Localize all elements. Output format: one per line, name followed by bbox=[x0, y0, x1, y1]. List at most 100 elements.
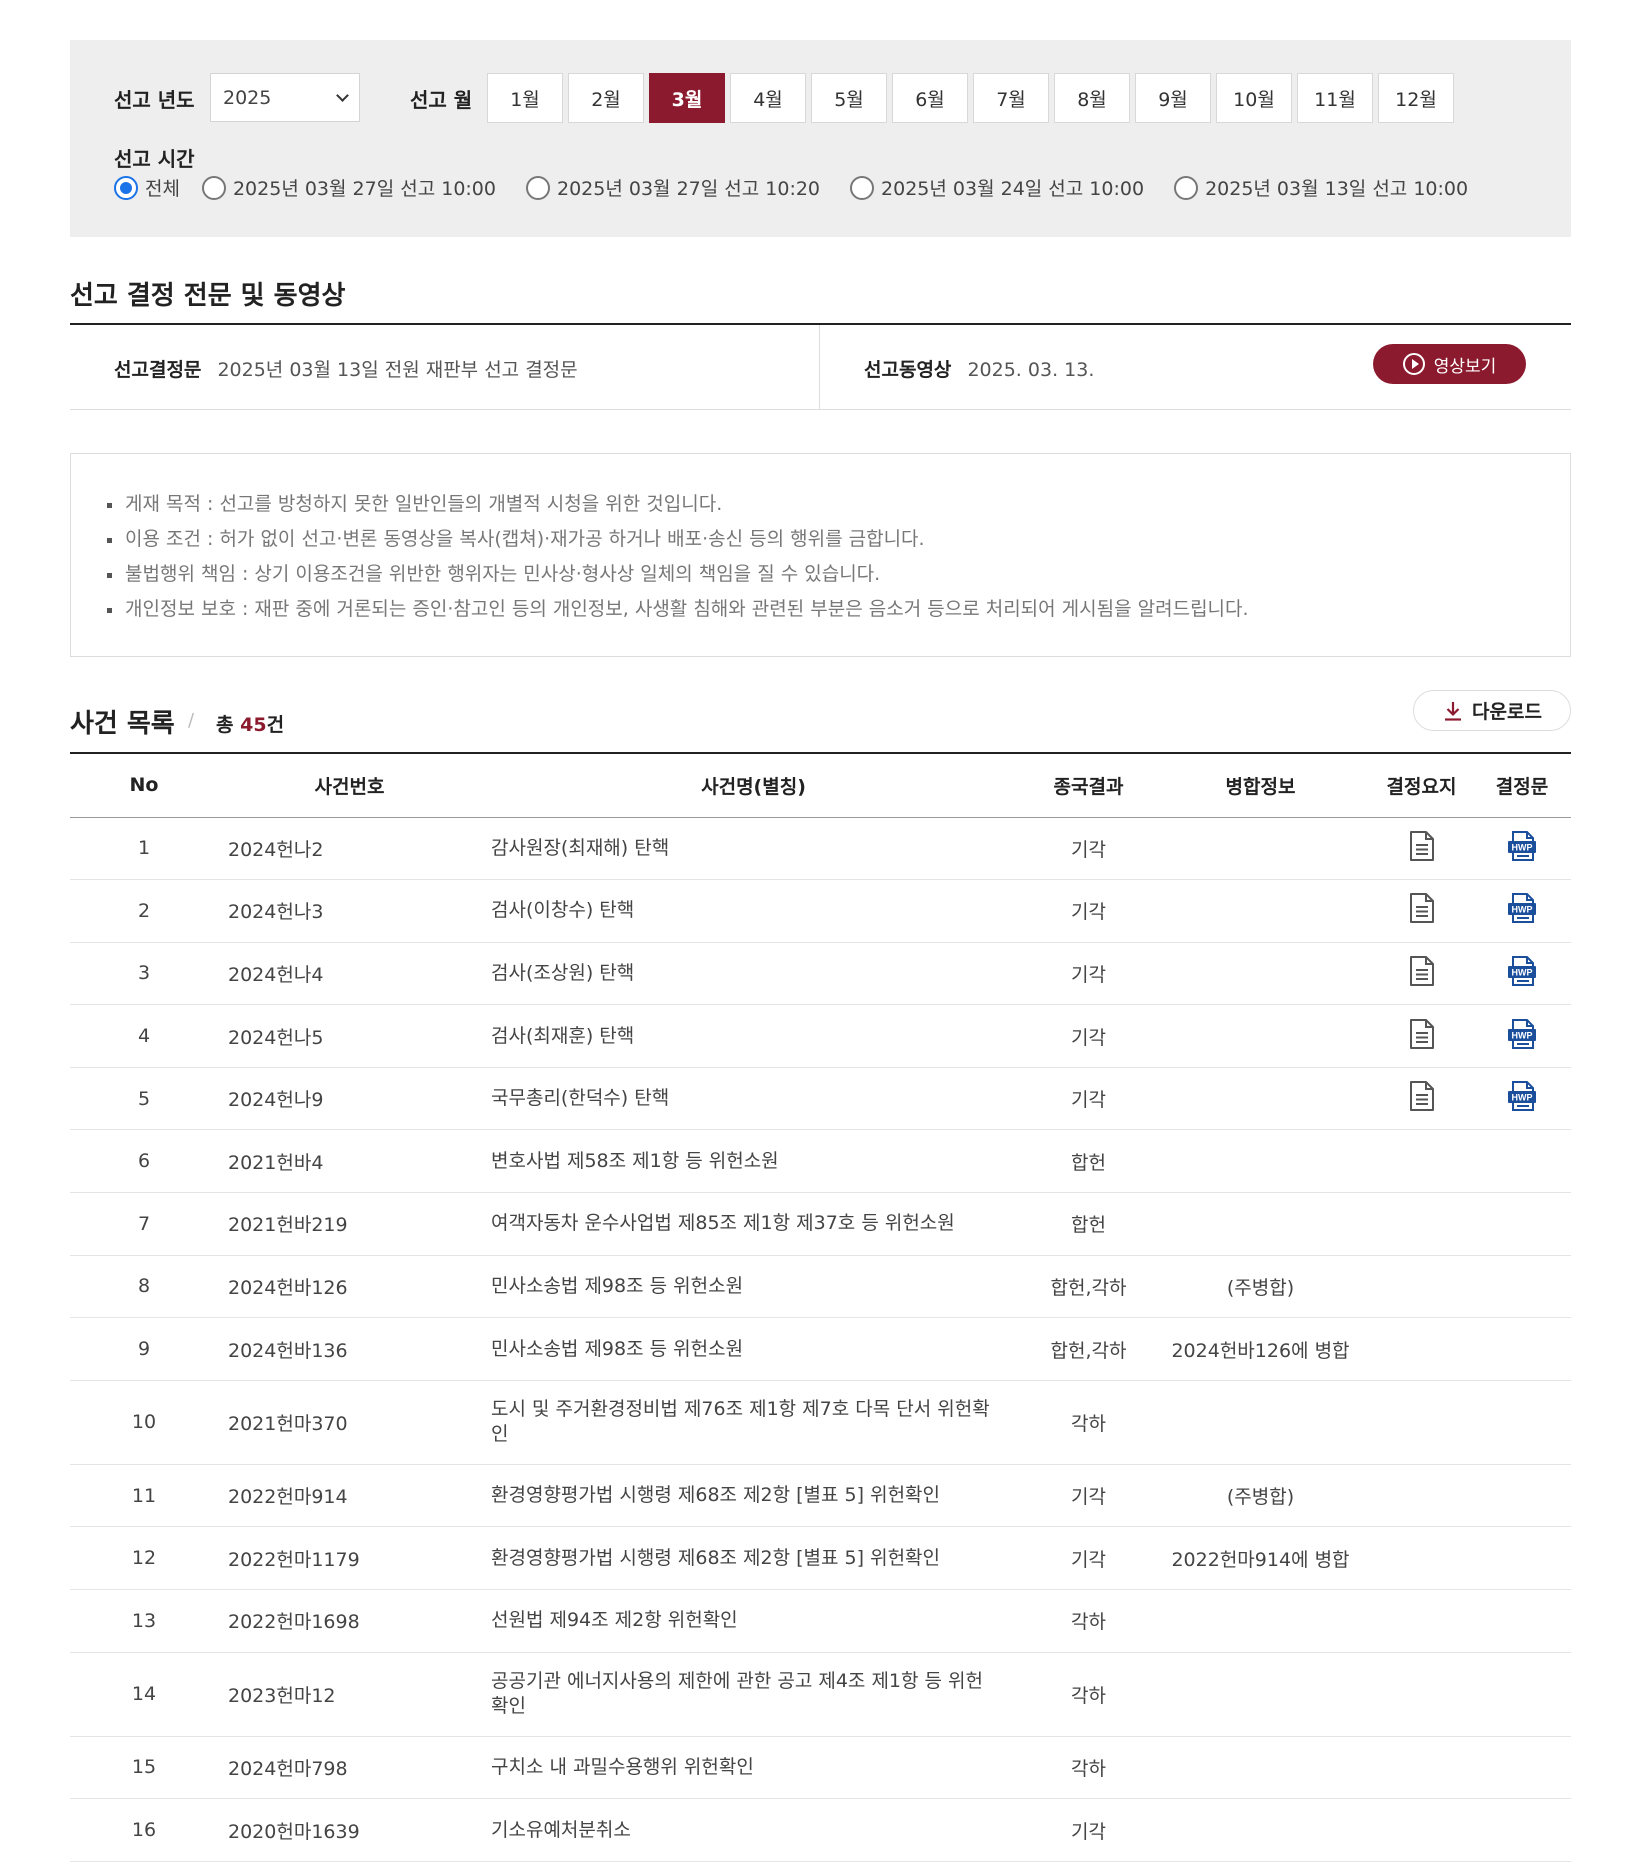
row-case-name[interactable]: 도시 및 주거환경정비법 제76조 제1항 제7호 다목 단서 위헌확인 bbox=[481, 1380, 1026, 1464]
row-result: 기각 bbox=[1071, 1820, 1106, 1843]
month-button[interactable]: 11월 bbox=[1297, 73, 1373, 123]
radio-button[interactable] bbox=[1174, 175, 1199, 200]
row-case-name[interactable]: 검사(이창수) 탄핵 bbox=[481, 880, 1026, 943]
row-case-name[interactable]: 환경영향평가법 시행령 제68조 제2항 [별표 5] 위헌확인 bbox=[481, 1527, 1026, 1590]
watch-video-button[interactable]: 영상보기 bbox=[1373, 344, 1526, 384]
time-radio-option[interactable]: 전체 bbox=[114, 174, 180, 201]
month-button[interactable]: 12월 bbox=[1378, 73, 1454, 123]
row-case-name[interactable]: 환경영향평가법 시행령 제68조 제2항 [별표 5] 위헌확인 bbox=[481, 1464, 1026, 1527]
row-case-no[interactable]: 2024헌나9 bbox=[218, 1067, 481, 1130]
table-row: 9 2024헌바136 민사소송법 제98조 등 위헌소원 합헌,각하 2024헌바12… bbox=[70, 1318, 1571, 1381]
row-result: 기각 bbox=[1071, 1486, 1106, 1509]
row-case-name[interactable]: 구치소 내 과밀수용행위 위헌확인 bbox=[481, 1736, 1026, 1799]
pronouncement-box: 선고결정문 2025년 03월 13일 전원 재판부 선고 결정문 선고동영상 … bbox=[70, 323, 1571, 410]
row-case-name[interactable]: 국무총리(한덕수) 탄핵 bbox=[481, 1067, 1026, 1130]
row-case-name[interactable]: 기소유예처분취소 bbox=[481, 1861, 1026, 1874]
row-case-name[interactable]: 변호사법 제58조 제1항 등 위헌소원 bbox=[481, 1130, 1026, 1193]
radio-button[interactable] bbox=[114, 175, 138, 200]
row-case-name[interactable]: 검사(조상원) 탄핵 bbox=[481, 942, 1026, 1005]
pronouncement-title: 선고 결정 전문 및 동영상 bbox=[70, 281, 346, 311]
month-button[interactable]: 9월 bbox=[1135, 73, 1211, 123]
month-button[interactable]: 10월 bbox=[1216, 73, 1292, 123]
document-icon[interactable] bbox=[1408, 892, 1436, 929]
row-case-no[interactable]: 2024헌나5 bbox=[218, 1005, 481, 1068]
document-icon[interactable] bbox=[1408, 1080, 1436, 1117]
row-case-name[interactable]: 선원법 제94조 제2항 위헌확인 bbox=[481, 1590, 1026, 1653]
document-icon[interactable] bbox=[1408, 830, 1436, 867]
row-case-no[interactable]: 2022헌마1698 bbox=[218, 1590, 481, 1653]
row-no: 4 bbox=[137, 1025, 151, 1048]
row-result: 기각 bbox=[1071, 963, 1106, 986]
divider bbox=[819, 325, 820, 410]
time-radio-option[interactable]: 2025년 03월 24일 선고 10:00 bbox=[850, 174, 1144, 201]
month-button[interactable]: 7월 bbox=[973, 73, 1049, 123]
row-case-no[interactable]: 2024헌바136 bbox=[218, 1318, 481, 1381]
row-decision bbox=[1473, 1318, 1571, 1381]
row-case-name[interactable]: 공공기관 에너지사용의 제한에 관한 공고 제4조 제1항 등 위헌확인 bbox=[481, 1652, 1026, 1736]
hwp-file-icon[interactable]: HWP bbox=[1506, 830, 1538, 867]
month-button[interactable]: 1월 bbox=[487, 73, 563, 123]
month-buttons: 1월 2월 3월 4월 5월 6월 7월 8월 9월 10월 11월 12월 bbox=[487, 73, 1459, 123]
month-button[interactable]: 8월 bbox=[1054, 73, 1130, 123]
row-case-name[interactable]: 여객자동차 운수사업법 제85조 제1항 제37호 등 위헌소원 bbox=[481, 1193, 1026, 1256]
hwp-file-icon[interactable]: HWP bbox=[1506, 1018, 1538, 1055]
time-radio-option[interactable]: 2025년 03월 27일 선고 10:00 bbox=[201, 174, 496, 201]
row-result: 기각 bbox=[1071, 1026, 1106, 1049]
radio-button[interactable] bbox=[526, 175, 550, 200]
row-case-name[interactable]: 검사(최재훈) 탄핵 bbox=[481, 1005, 1026, 1068]
radio-label: 2025년 03월 13일 선고 10:00 bbox=[1205, 178, 1469, 200]
hwp-file-icon[interactable]: HWP bbox=[1506, 955, 1538, 992]
row-no: 16 bbox=[131, 1819, 157, 1842]
chevron-down-icon bbox=[336, 88, 349, 102]
month-button[interactable]: 6월 bbox=[892, 73, 968, 123]
document-icon[interactable] bbox=[1408, 955, 1436, 992]
row-summary bbox=[1370, 1652, 1473, 1736]
row-case-name[interactable]: 민사소송법 제98조 등 위헌소원 bbox=[481, 1255, 1026, 1318]
hwp-file-icon[interactable]: HWP bbox=[1506, 892, 1538, 929]
row-case-no[interactable]: 2024헌나2 bbox=[218, 817, 481, 880]
row-case-no[interactable]: 2021헌바4 bbox=[218, 1130, 481, 1193]
row-case-name[interactable]: 민사소송법 제98조 등 위헌소원 bbox=[481, 1318, 1026, 1381]
row-no: 5 bbox=[137, 1087, 151, 1110]
download-button[interactable]: 다운로드 bbox=[1413, 690, 1571, 731]
year-select[interactable]: 2025 bbox=[210, 73, 360, 122]
row-case-no[interactable]: 2022헌마1179 bbox=[218, 1527, 481, 1590]
row-case-no[interactable]: 2024헌나3 bbox=[218, 880, 481, 943]
row-case-name[interactable]: 감사원장(최재해) 탄핵 bbox=[481, 817, 1026, 880]
month-button[interactable]: 3월 bbox=[649, 73, 725, 123]
video-label: 선고동영상 bbox=[864, 359, 952, 381]
row-case-no[interactable]: 2024헌나4 bbox=[218, 942, 481, 1005]
table-row: 1 2024헌나2 감사원장(최재해) 탄핵 기각 HWP bbox=[70, 817, 1571, 880]
time-radio-option[interactable]: 2025년 03월 27일 선고 10:20 bbox=[526, 174, 820, 201]
row-no: 9 bbox=[137, 1338, 151, 1361]
row-result: 각하 bbox=[1071, 1611, 1106, 1634]
row-merge bbox=[1151, 1799, 1370, 1862]
decision-doc-value[interactable]: 2025년 03월 13일 전원 재판부 선고 결정문 bbox=[217, 359, 577, 381]
month-button[interactable]: 2월 bbox=[568, 73, 644, 123]
row-case-no[interactable]: 2024헌마798 bbox=[218, 1736, 481, 1799]
row-case-no[interactable]: 2021헌바219 bbox=[218, 1193, 481, 1256]
hwp-file-icon[interactable]: HWP bbox=[1506, 1080, 1538, 1117]
row-no: 10 bbox=[131, 1411, 157, 1434]
row-summary bbox=[1370, 1527, 1473, 1590]
row-summary bbox=[1370, 1380, 1473, 1464]
table-row: 15 2024헌마798 구치소 내 과밀수용행위 위헌확인 각하 bbox=[70, 1736, 1571, 1799]
row-case-name[interactable]: 기소유예처분취소 bbox=[481, 1799, 1026, 1862]
document-icon[interactable] bbox=[1408, 1018, 1436, 1055]
month-button[interactable]: 4월 bbox=[730, 73, 806, 123]
row-case-no[interactable]: 2022헌마914 bbox=[218, 1464, 481, 1527]
month-button[interactable]: 5월 bbox=[811, 73, 887, 123]
row-summary bbox=[1370, 1590, 1473, 1653]
row-case-no[interactable]: 2023헌마12 bbox=[218, 1652, 481, 1736]
row-case-no[interactable]: 2021헌마19 bbox=[218, 1861, 481, 1874]
row-case-no[interactable]: 2020헌마1639 bbox=[218, 1799, 481, 1862]
table-row: 5 2024헌나9 국무총리(한덕수) 탄핵 기각 HWP bbox=[70, 1067, 1571, 1130]
row-decision: HWP bbox=[1473, 942, 1571, 1005]
radio-button[interactable] bbox=[201, 175, 226, 200]
row-case-no[interactable]: 2021헌마370 bbox=[218, 1380, 481, 1464]
filter-panel: 선고 년도 2025 선고 월 1월 2월 3월 4월 5월 6월 7월 8월 9월 10월 11월… bbox=[70, 40, 1571, 237]
row-case-no[interactable]: 2024헌바126 bbox=[218, 1255, 481, 1318]
time-radio-option[interactable]: 2025년 03월 13일 선고 10:00 bbox=[1174, 174, 1468, 201]
row-decision bbox=[1473, 1861, 1571, 1874]
radio-button[interactable] bbox=[850, 175, 875, 200]
